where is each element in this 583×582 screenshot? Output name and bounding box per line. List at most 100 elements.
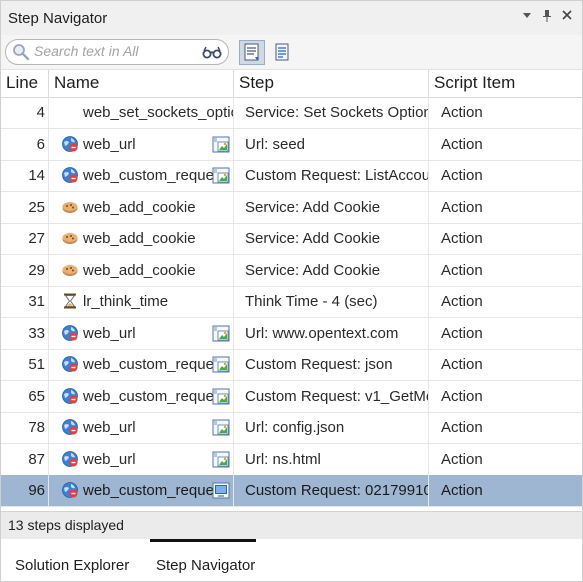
active-tab-indicator xyxy=(150,539,256,542)
cookie-icon xyxy=(61,261,79,279)
line-cell: 31 xyxy=(28,293,45,310)
line-cell: 25 xyxy=(28,198,45,216)
line-cell: 27 xyxy=(28,230,45,247)
hourglass-icon xyxy=(61,292,79,310)
step-cell: Service: Set Sockets Option xyxy=(245,104,428,121)
dropdown-icon[interactable] xyxy=(520,9,534,25)
snapshot-image-icon[interactable] xyxy=(212,167,230,184)
table-row[interactable]: 25 web_add_cookie Service: Add Cookie Actio… xyxy=(1,191,582,224)
snapshot-screen-icon[interactable] xyxy=(212,482,230,499)
script-item-cell: Action xyxy=(441,230,483,247)
steps-view-button[interactable] xyxy=(239,40,265,65)
table-row[interactable]: 78 web_url Url: config.json Action xyxy=(1,412,582,444)
steps-view-icon xyxy=(244,43,259,61)
step-cell: Custom Request: ListAccounts xyxy=(245,167,428,184)
name-cell: web_set_sockets_option xyxy=(83,104,233,121)
panel-titlebar: Step Navigator xyxy=(1,1,582,35)
script-item-cell: Action xyxy=(441,356,483,373)
line-cell: 51 xyxy=(28,356,45,373)
status-text: 13 steps displayed xyxy=(8,517,124,533)
snapshot-image-icon[interactable] xyxy=(212,136,230,153)
name-cell: web_url xyxy=(83,324,136,342)
search-box xyxy=(5,39,229,65)
column-header-line[interactable]: Line xyxy=(6,72,38,94)
script-item-cell: Action xyxy=(441,135,483,153)
script-item-cell: Action xyxy=(441,167,483,184)
name-cell: web_add_cookie xyxy=(83,198,196,216)
script-item-cell: Action xyxy=(441,419,483,436)
column-header-step[interactable]: Step xyxy=(239,72,274,94)
line-cell: 33 xyxy=(28,324,45,342)
grid-header: Line Name Step Script Item xyxy=(1,70,582,98)
snapshot-image-icon[interactable] xyxy=(212,388,230,405)
table-row[interactable]: 6 web_url Url: seed Action xyxy=(1,128,582,161)
table-row[interactable]: 4 web_set_sockets_option Service: Set Sock… xyxy=(1,97,582,129)
web-globe-icon xyxy=(61,135,79,153)
panel-controls xyxy=(520,9,574,25)
web-globe-icon xyxy=(61,355,79,373)
snapshot-image-icon[interactable] xyxy=(212,356,230,373)
find-glasses-icon[interactable] xyxy=(202,44,222,60)
web-globe-icon xyxy=(61,324,79,342)
table-row[interactable]: 14 web_custom_request Custom Request: List… xyxy=(1,160,582,192)
table-row[interactable]: 27 web_add_cookie Service: Add Cookie Actio… xyxy=(1,223,582,255)
name-cell: web_custom_request xyxy=(83,167,226,184)
script-item-cell: Action xyxy=(441,482,483,499)
line-cell: 96 xyxy=(28,482,45,499)
step-cell: Url: ns.html xyxy=(245,450,321,468)
name-cell: web_url xyxy=(83,419,136,436)
name-cell: web_add_cookie xyxy=(83,261,196,279)
cookie-icon xyxy=(61,198,79,216)
column-header-script-item[interactable]: Script Item xyxy=(434,72,515,94)
snapshot-image-icon[interactable] xyxy=(212,451,230,468)
step-cell: Url: config.json xyxy=(245,419,345,436)
script-item-cell: Action xyxy=(441,261,483,279)
snapshot-image-icon[interactable] xyxy=(212,325,230,342)
close-icon[interactable] xyxy=(560,9,574,25)
web-globe-icon xyxy=(61,481,79,499)
table-row[interactable]: 51 web_custom_request Custom Request: json… xyxy=(1,349,582,381)
name-cell: web_add_cookie xyxy=(83,230,196,247)
toolbar xyxy=(1,35,582,70)
column-header-name[interactable]: Name xyxy=(54,72,99,94)
table-row[interactable]: 29 web_add_cookie Service: Add Cookie Actio… xyxy=(1,254,582,287)
step-cell: Url: www.opentext.com xyxy=(245,324,399,342)
web-globe-icon xyxy=(61,166,79,184)
line-cell: 29 xyxy=(28,261,45,279)
line-cell: 87 xyxy=(28,450,45,468)
pin-icon[interactable] xyxy=(540,9,554,25)
line-cell: 14 xyxy=(28,167,45,184)
steps-grid: Line Name Step Script Item 4 web_set_sock… xyxy=(1,70,582,510)
script-item-cell: Action xyxy=(441,324,483,342)
search-icon xyxy=(13,44,30,61)
step-cell: Custom Request: v1_GetMetadata xyxy=(245,387,428,405)
name-cell: web_url xyxy=(83,135,136,153)
line-cell: 78 xyxy=(28,419,45,436)
script-view-button[interactable] xyxy=(269,40,295,65)
script-item-cell: Action xyxy=(441,104,483,121)
name-cell: lr_think_time xyxy=(83,293,169,310)
table-row-selected[interactable]: 96 web_custom_request Custom Request: 0217… xyxy=(1,475,582,507)
web-globe-icon xyxy=(61,418,79,436)
tab-step-navigator[interactable]: Step Navigator xyxy=(156,557,255,574)
script-item-cell: Action xyxy=(441,387,483,405)
step-cell: Think Time - 4 (sec) xyxy=(245,293,378,310)
step-cell: Service: Add Cookie xyxy=(245,230,381,247)
step-cell: Custom Request: json xyxy=(245,356,393,373)
snapshot-image-icon[interactable] xyxy=(212,419,230,436)
script-item-cell: Action xyxy=(441,198,483,216)
name-cell: web_custom_request xyxy=(83,482,226,499)
table-row[interactable]: 33 web_url Url: www.opentext.com Action xyxy=(1,317,582,350)
step-cell: Url: seed xyxy=(245,135,306,153)
line-cell: 4 xyxy=(36,104,45,121)
step-cell: Custom Request: 02179910 xyxy=(245,482,428,499)
search-input[interactable] xyxy=(34,42,194,60)
table-row[interactable]: 31 lr_think_time Think Time - 4 (sec) Actio… xyxy=(1,286,582,318)
tab-solution-explorer[interactable]: Solution Explorer xyxy=(15,557,129,574)
table-row[interactable]: 65 web_custom_request Custom Request: v1_G… xyxy=(1,380,582,413)
line-cell: 65 xyxy=(28,387,45,405)
panel-title: Step Navigator xyxy=(8,10,108,27)
table-row[interactable]: 87 web_url Url: ns.html Action xyxy=(1,443,582,476)
bottom-tabs: Solution Explorer Step Navigator xyxy=(1,539,582,581)
status-bar: 13 steps displayed xyxy=(1,511,582,539)
